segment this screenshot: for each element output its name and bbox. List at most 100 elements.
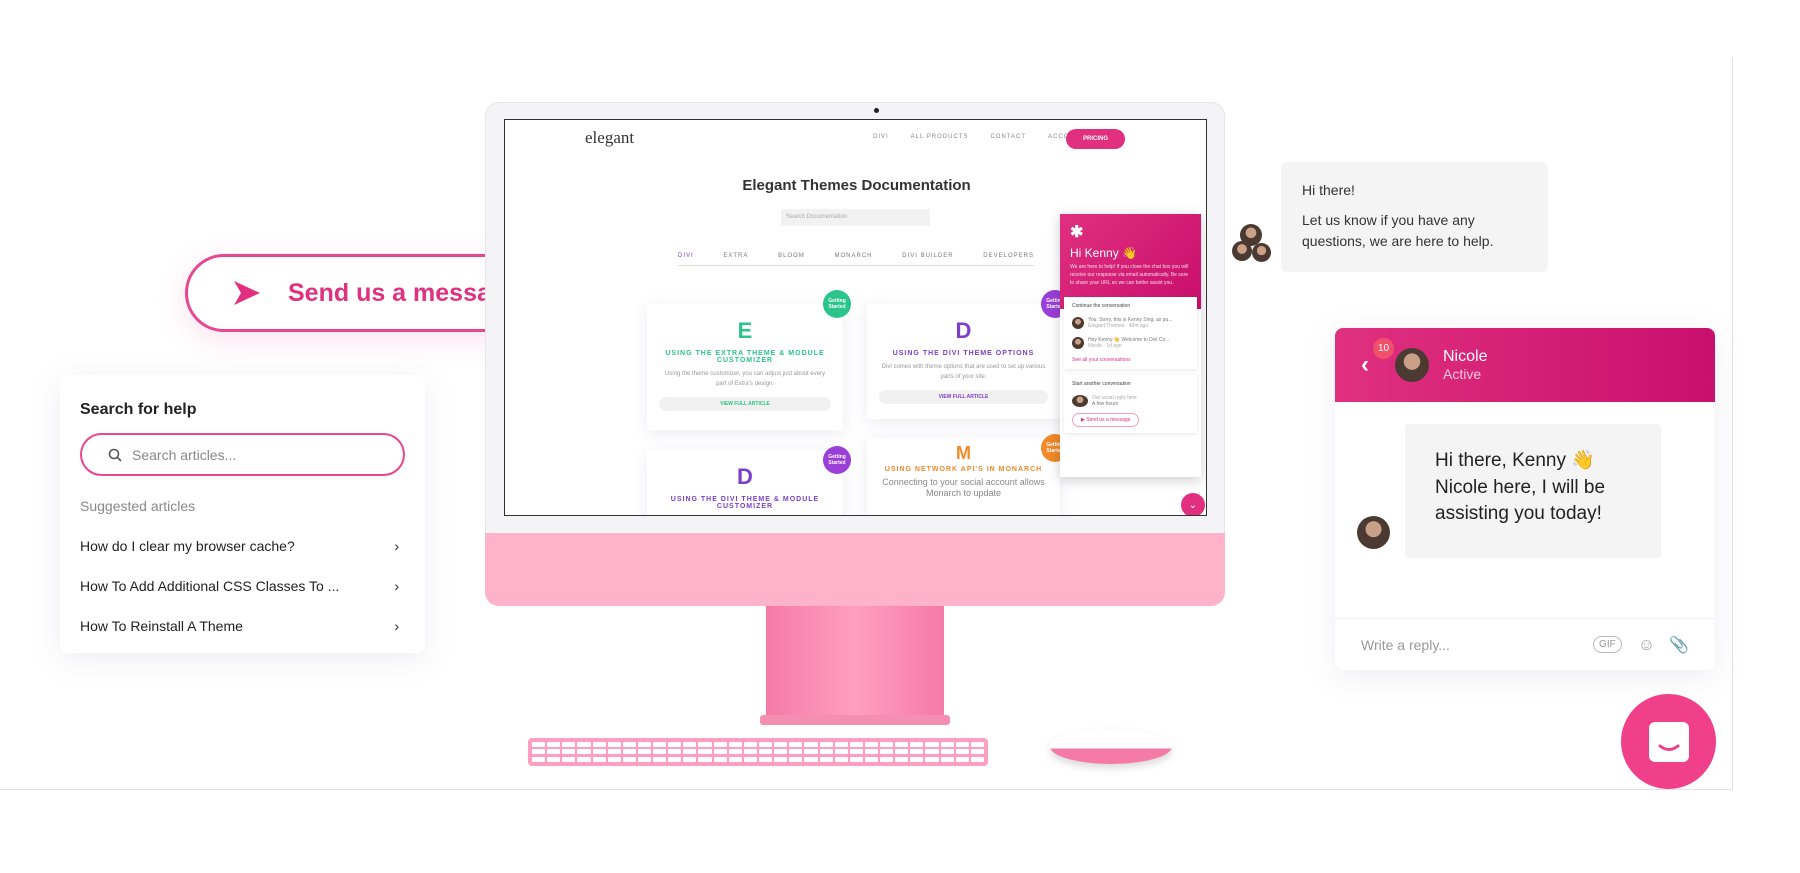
avatar xyxy=(1072,337,1084,349)
key xyxy=(577,749,591,755)
chevron-right-icon: › xyxy=(394,538,399,554)
reply-bar: Write a reply... GIF ☺ 📎 xyxy=(1335,618,1715,670)
chevron-down-icon[interactable]: ⌄ xyxy=(1181,493,1205,515)
key xyxy=(743,742,757,747)
key xyxy=(849,756,863,762)
article-card[interactable]: D USING THE DIVI THEME OPTIONS Divi come… xyxy=(867,304,1060,419)
article-title: How do I clear my browser cache? xyxy=(80,538,295,554)
greeting: Hi Kenny 👋 xyxy=(1070,246,1137,260)
article-link[interactable]: How To Reinstall A Theme › xyxy=(80,606,405,646)
conversation-item[interactable]: Hey Kenny 👋 Welcome to Divi Co... Nicole … xyxy=(1072,337,1189,349)
see-all-link[interactable]: See all your conversations xyxy=(1072,357,1189,363)
key xyxy=(532,749,546,755)
conversation-window: ‹ 10 Nicole Active Hi there, Kenny 👋 Nic… xyxy=(1335,328,1715,670)
key xyxy=(743,756,757,762)
category-tab[interactable]: EXTRA xyxy=(723,253,748,259)
key xyxy=(895,742,909,747)
pricing-button[interactable]: PRICING xyxy=(1066,129,1125,149)
reply-input[interactable]: Write a reply... xyxy=(1361,637,1593,653)
key xyxy=(743,749,757,755)
key xyxy=(864,742,879,747)
key xyxy=(532,756,546,762)
key xyxy=(698,749,712,755)
key xyxy=(834,756,848,762)
documentation-search-input[interactable]: Search Documentation xyxy=(781,209,930,226)
key xyxy=(774,756,788,762)
key xyxy=(653,749,667,755)
chevron-right-icon: › xyxy=(394,578,399,594)
monitor-chin xyxy=(485,533,1225,606)
divi-icon: D xyxy=(737,464,753,489)
key xyxy=(819,756,833,762)
category-tab[interactable]: BLOOM xyxy=(778,253,805,259)
key xyxy=(562,749,576,755)
key xyxy=(728,749,742,755)
key xyxy=(834,749,848,755)
key xyxy=(532,742,546,747)
article-card[interactable]: E USING THE EXTRA THEME & MODULE CUSTOMI… xyxy=(647,304,843,430)
nicole-avatar xyxy=(1357,516,1390,549)
key xyxy=(683,749,697,755)
key xyxy=(758,749,773,755)
article-card[interactable]: M USING NETWORK API'S IN MONARCH Connect… xyxy=(867,438,1060,515)
article-card[interactable]: D USING THE DIVI THEME & MODULE CUSTOMIZ… xyxy=(647,450,843,515)
back-chevron-icon[interactable]: ‹ xyxy=(1361,351,1369,379)
search-articles-input[interactable]: Search articles... xyxy=(80,433,405,476)
conversation-header: ‹ 10 Nicole Active xyxy=(1335,328,1715,402)
key xyxy=(925,742,939,747)
key xyxy=(970,742,984,747)
welcome-message: Hi there! Let us know if you have any qu… xyxy=(1281,162,1548,272)
chat-launcher-button[interactable] xyxy=(1621,694,1716,789)
article-link[interactable]: How do I clear my browser cache? › xyxy=(80,526,405,566)
agent-status: Active xyxy=(1443,366,1482,382)
search-help-title: Search for help xyxy=(80,401,197,418)
attachment-icon[interactable]: 📎 xyxy=(1669,635,1689,655)
nav-link[interactable]: CONTACT xyxy=(990,134,1026,140)
key xyxy=(713,749,727,755)
view-article-button[interactable]: VIEW FULL ARTICLE xyxy=(879,390,1048,405)
view-article-button[interactable]: VIEW FULL ARTICLE xyxy=(659,397,831,412)
search-icon xyxy=(108,448,122,462)
nav-link[interactable]: ALL PRODUCTS xyxy=(911,134,969,140)
key xyxy=(789,749,803,755)
key xyxy=(622,756,636,762)
key xyxy=(804,749,818,755)
key xyxy=(683,742,697,747)
key xyxy=(758,756,773,762)
conversation-item[interactable]: You: Sorry, this is Kenny Sing, as pu...… xyxy=(1072,317,1189,329)
category-tab[interactable]: MONARCH xyxy=(835,253,873,259)
message-line: Nicole here, I will be assisting you tod… xyxy=(1435,476,1606,525)
agent-message: Hi there, Kenny 👋 Nicole here, I will be… xyxy=(1405,424,1661,558)
conversation-meta: Elegant Themes · 40m ago xyxy=(1088,323,1149,329)
key xyxy=(880,742,894,747)
logo-icon: ✱ xyxy=(1070,224,1084,241)
intro-text: We are here to help! If you close the ch… xyxy=(1070,264,1189,286)
monarch-icon: M xyxy=(956,443,971,463)
key xyxy=(577,742,591,747)
send-message-button[interactable]: ▶ Send us a message xyxy=(1072,413,1140,427)
card-title: USING NETWORK API'S IN MONARCH xyxy=(884,466,1043,473)
extra-icon: E xyxy=(737,318,753,343)
key xyxy=(925,749,939,755)
key xyxy=(955,756,969,762)
key xyxy=(834,742,848,747)
camera xyxy=(874,108,879,113)
search-help-card: Search for help Search articles... Sugge… xyxy=(60,375,425,653)
article-link[interactable]: How To Add Additional CSS Classes To ...… xyxy=(80,566,405,606)
key xyxy=(864,749,879,755)
key xyxy=(547,756,561,762)
getting-started-badge: Getting Started xyxy=(823,290,851,318)
keyboard xyxy=(528,738,988,766)
key xyxy=(789,756,803,762)
category-tab[interactable]: DIVI BUILDER xyxy=(902,253,953,259)
category-tab[interactable]: DEVELOPERS xyxy=(983,253,1034,259)
emoji-icon[interactable]: ☺ xyxy=(1638,635,1655,655)
key xyxy=(622,749,636,755)
gif-button[interactable]: GIF xyxy=(1593,636,1622,653)
card-title: USING THE DIVI THEME OPTIONS xyxy=(892,350,1035,357)
key xyxy=(910,749,924,755)
category-tab[interactable]: DIVI xyxy=(678,253,694,259)
key xyxy=(774,749,788,755)
chat-widget: ✱ Hi Kenny 👋 We are here to help! If you… xyxy=(1060,214,1201,477)
nav-link[interactable]: DIVI xyxy=(873,134,889,140)
